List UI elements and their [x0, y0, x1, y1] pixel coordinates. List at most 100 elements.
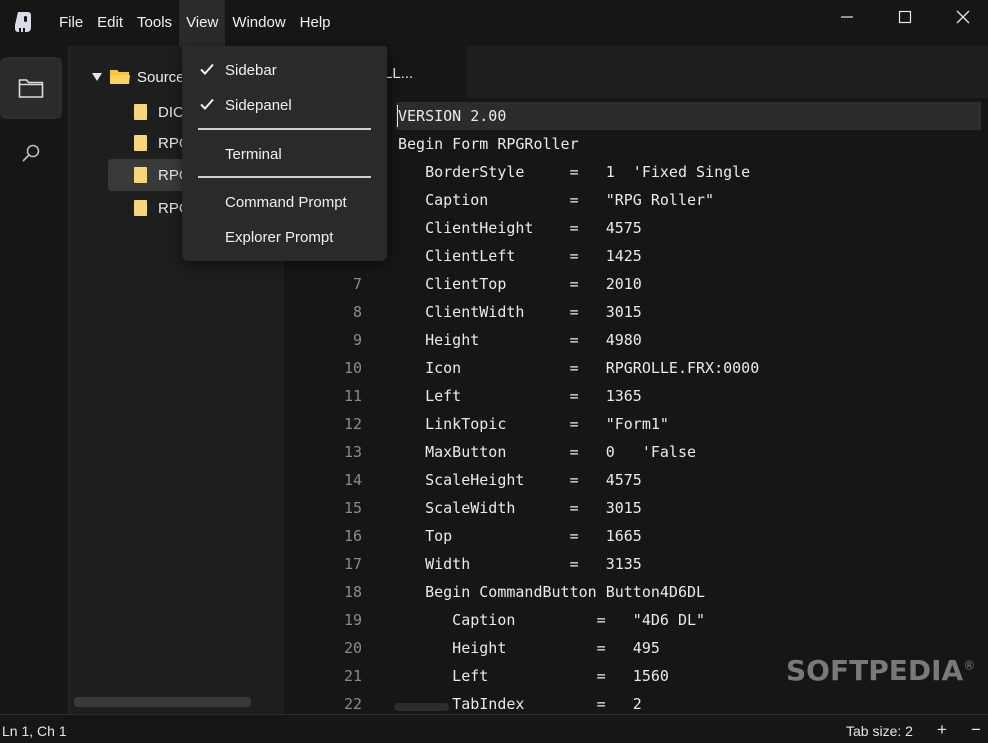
code-line: BorderStyle = 1 'Fixed Single	[284, 158, 988, 186]
close-icon	[956, 10, 970, 24]
search-button[interactable]	[0, 122, 62, 184]
code-text: ScaleWidth = 3015	[398, 499, 642, 517]
code-line: 15 ScaleWidth = 3015	[284, 494, 988, 522]
code-line: Begin Form RPGRoller	[284, 130, 988, 158]
code-text: Caption = "4D6 DL"	[398, 611, 706, 629]
menu-option-label: Sidepanel	[225, 96, 292, 114]
line-number: 11	[343, 387, 362, 405]
file-icon	[134, 200, 147, 216]
menu-option-label: Explorer Prompt	[225, 228, 334, 246]
view-menu-dropdown: Sidebar Sidepanel Terminal Command Promp…	[182, 46, 387, 261]
line-number: 13	[343, 443, 362, 461]
minimize-button[interactable]	[818, 0, 876, 34]
menu-edit[interactable]: Edit	[90, 0, 130, 46]
code-text: ClientWidth = 3015	[398, 303, 642, 321]
folder-open-icon	[110, 70, 130, 84]
menu-option-terminal[interactable]: Terminal	[182, 139, 387, 169]
search-icon	[22, 144, 40, 162]
code-text: Height = 4980	[398, 331, 642, 349]
line-number: 9	[352, 331, 362, 349]
code-line: ClientLeft = 1425	[284, 242, 988, 270]
line-number: 19	[343, 611, 362, 629]
menu-option-label: Terminal	[225, 145, 282, 163]
close-button[interactable]	[934, 0, 988, 34]
softpedia-watermark: SOFTPEDIA®	[786, 654, 975, 687]
menu-file[interactable]: File	[52, 0, 90, 46]
menu-tools[interactable]: Tools	[130, 0, 179, 46]
status-bar: Ln 1, Ch 1 Tab size: 2 + −	[0, 714, 988, 743]
line-number: 20	[343, 639, 362, 657]
code-text: LinkTopic = "Form1"	[398, 415, 669, 433]
chevron-down-icon[interactable]	[91, 72, 103, 82]
line-number: 7	[352, 275, 362, 293]
code-text: Begin CommandButton Button4D6DL	[398, 583, 706, 601]
line-number: 17	[343, 555, 362, 573]
code-line: ClientHeight = 4575	[284, 214, 988, 242]
line-number: 15	[343, 499, 362, 517]
line-number: 14	[343, 471, 362, 489]
line-number: 12	[343, 415, 362, 433]
code-line: 22 TabIndex = 2	[284, 690, 988, 714]
code-text: BorderStyle = 1 'Fixed Single	[398, 163, 751, 181]
code-editor: LL... VERSION 2.00 Begin Form RPGRoller B…	[284, 46, 988, 714]
line-number: 16	[343, 527, 362, 545]
code-area[interactable]: VERSION 2.00 Begin Form RPGRoller BorderS…	[284, 98, 988, 714]
zoom-out-button[interactable]: −	[971, 720, 981, 740]
tab-bar: LL...	[284, 46, 988, 98]
code-text: Width = 3135	[398, 555, 642, 573]
menu-view[interactable]: View	[179, 0, 226, 46]
tree-root-label: Source	[137, 68, 185, 86]
line-number: 8	[352, 303, 362, 321]
editor-scrollbar[interactable]	[394, 703, 449, 711]
watermark-text: SOFTPEDIA	[786, 654, 964, 687]
code-text: MaxButton = 0 'False	[398, 443, 697, 461]
title-bar: File Edit Tools View Window Help	[0, 0, 988, 46]
menu-option-explorer-prompt[interactable]: Explorer Prompt	[182, 222, 387, 252]
file-icon	[134, 104, 147, 120]
explorer-button[interactable]	[0, 57, 62, 119]
zoom-in-button[interactable]: +	[937, 720, 947, 740]
code-line: 19 Caption = "4D6 DL"	[284, 606, 988, 634]
file-icon	[134, 135, 147, 151]
code-text: Icon = RPGROLLE.FRX:0000	[398, 359, 760, 377]
menu-option-label: Sidebar	[225, 61, 277, 79]
menu-option-sidepanel[interactable]: Sidepanel	[182, 90, 387, 120]
file-icon	[134, 167, 147, 183]
app-logo-icon	[15, 12, 31, 32]
code-line: 8 ClientWidth = 3015	[284, 298, 988, 326]
menu-help[interactable]: Help	[293, 0, 338, 46]
code-text: ClientTop = 2010	[398, 275, 642, 293]
code-text: Caption = "RPG Roller"	[398, 191, 715, 209]
code-line: 11 Left = 1365	[284, 382, 988, 410]
sidebar-scrollbar[interactable]	[74, 697, 251, 707]
menu-bar: File Edit Tools View Window Help	[52, 0, 338, 46]
code-line: Caption = "RPG Roller"	[284, 186, 988, 214]
code-line: 10 Icon = RPGROLLE.FRX:0000	[284, 354, 988, 382]
line-number: 18	[343, 583, 362, 601]
code-text: VERSION 2.00	[398, 107, 507, 125]
cursor-position: Ln 1, Ch 1	[2, 723, 67, 739]
line-number: 10	[343, 359, 362, 377]
code-text: Left = 1560	[398, 667, 669, 685]
code-text: ScaleHeight = 4575	[398, 471, 642, 489]
menu-option-sidebar[interactable]: Sidebar	[182, 55, 387, 85]
maximize-button[interactable]	[876, 0, 934, 34]
tab-size-indicator[interactable]: Tab size: 2	[846, 723, 913, 739]
code-text: Height = 495	[398, 639, 660, 657]
code-line: 17 Width = 3135	[284, 550, 988, 578]
code-line: 13 MaxButton = 0 'False	[284, 438, 988, 466]
folder-icon	[18, 79, 44, 98]
code-text: ClientHeight = 4575	[398, 219, 642, 237]
code-text: Begin Form RPGRoller	[398, 135, 579, 153]
minimize-icon	[841, 16, 853, 18]
code-line: 18 Begin CommandButton Button4D6DL	[284, 578, 988, 606]
watermark-mark: ®	[963, 658, 976, 673]
menu-option-label: Command Prompt	[225, 193, 347, 211]
tree-root-folder[interactable]: Source	[91, 64, 185, 90]
menu-option-command-prompt[interactable]: Command Prompt	[182, 187, 387, 217]
checkmark-icon	[200, 98, 214, 110]
line-number: 22	[343, 695, 362, 713]
menu-window[interactable]: Window	[225, 0, 292, 46]
maximize-icon	[898, 10, 912, 24]
checkmark-icon	[200, 63, 214, 75]
